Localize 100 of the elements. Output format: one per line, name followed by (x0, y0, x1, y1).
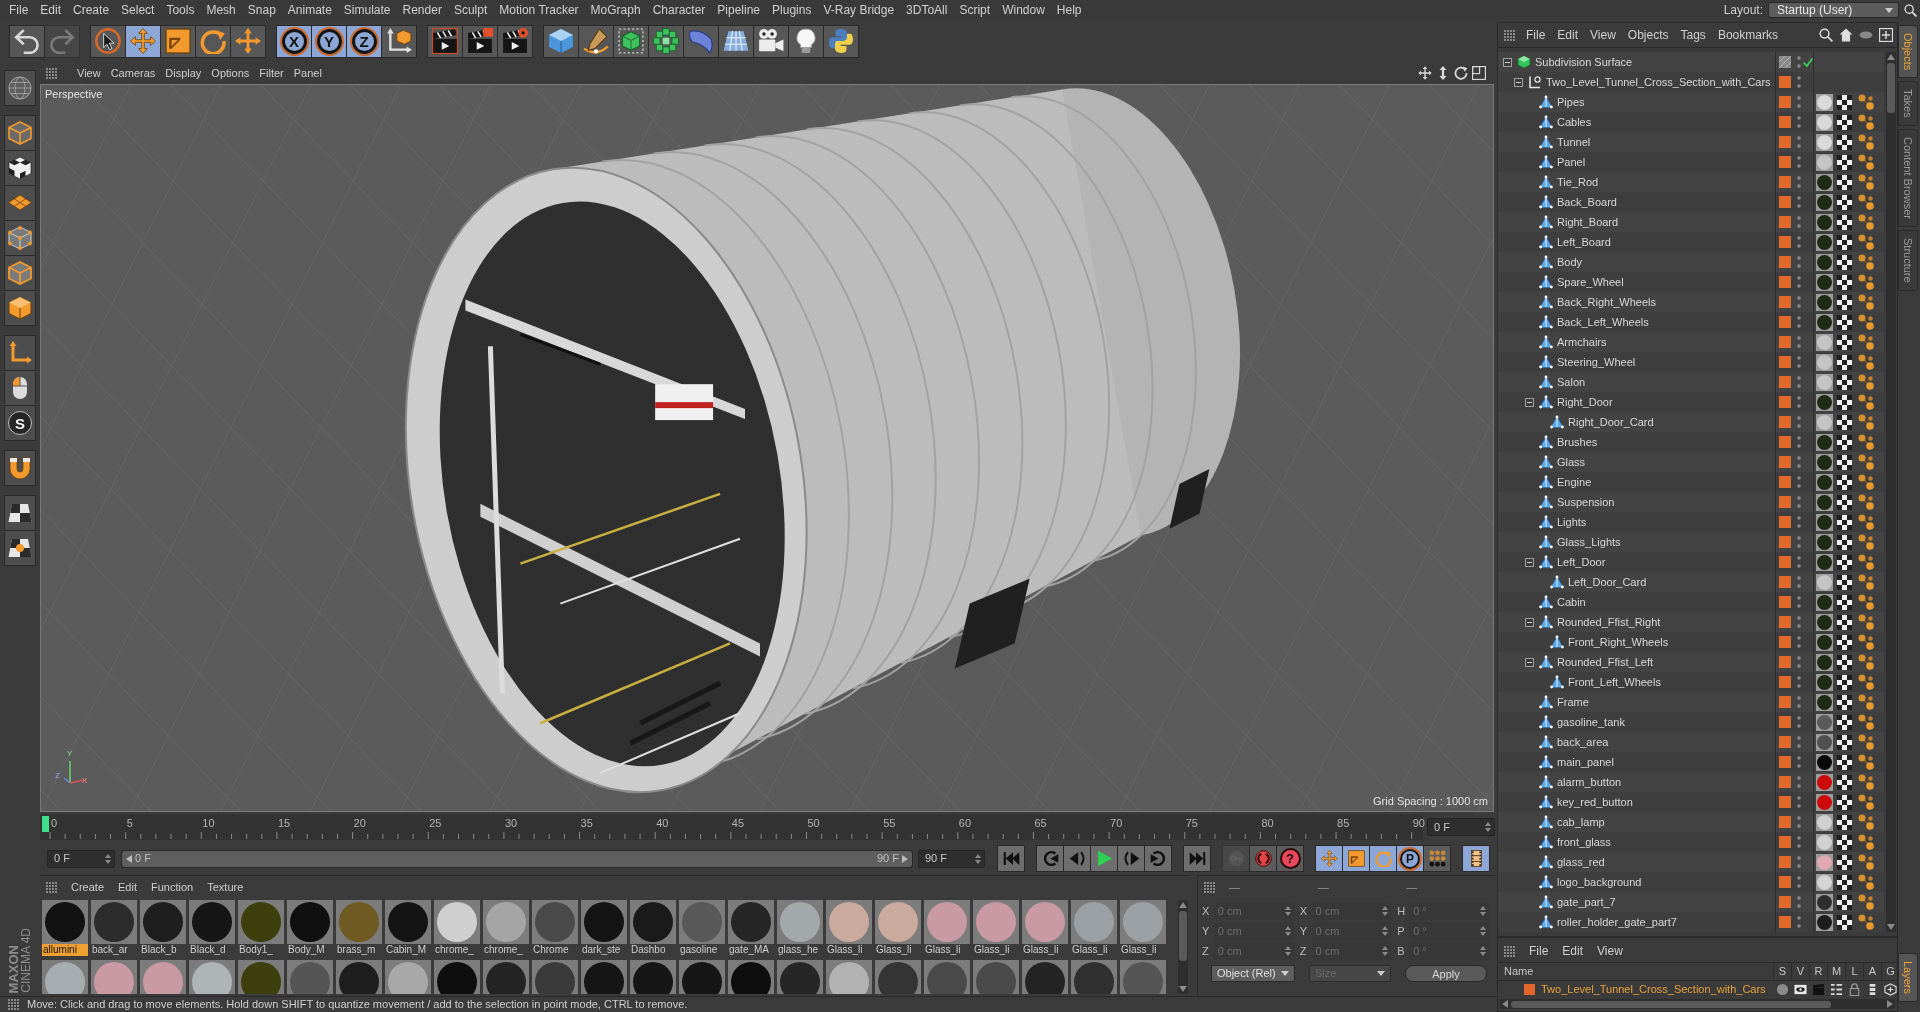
render-button[interactable] (462, 24, 498, 58)
go-to-start-button[interactable] (997, 845, 1025, 872)
object-row[interactable]: Rounded_Ffist_Right (1498, 612, 1884, 632)
object-row[interactable]: Armchairs (1498, 332, 1884, 352)
object-row[interactable]: Rounded_Ffist_Left (1498, 652, 1884, 672)
workplane-button[interactable] (4, 185, 36, 221)
playhead-marker[interactable] (42, 816, 49, 832)
timeline-ruler[interactable]: 0 5 10 15 20 25 30 35 40 45 50 55 60 65 70 75 80 85 90 (40, 814, 1423, 840)
coordinate-system-button[interactable] (381, 24, 417, 58)
light-button[interactable] (788, 24, 824, 58)
menu-item[interactable]: V-Ray Bridge (817, 0, 901, 20)
menu-item[interactable]: Cameras (110, 64, 156, 82)
scale-tool-button[interactable] (160, 24, 196, 58)
scrollbar-track[interactable] (1886, 52, 1896, 932)
camera-button[interactable] (753, 24, 789, 58)
timeline-button[interactable] (1462, 845, 1490, 872)
grid-lock-button[interactable] (4, 495, 36, 531)
object-row[interactable]: alarm_button (1498, 772, 1884, 792)
axis-lock-button[interactable]: X (276, 24, 312, 58)
object-row[interactable]: Glass (1498, 452, 1884, 472)
next-key-button[interactable] (1144, 845, 1172, 872)
end-frame-field[interactable]: 90 F (918, 849, 985, 868)
last-tool-button[interactable] (230, 24, 266, 58)
menu-item[interactable]: Display (165, 64, 202, 82)
autokey-button[interactable] (1249, 845, 1277, 872)
object-row[interactable]: Suspension (1498, 492, 1884, 512)
menu-item[interactable]: Objects (1627, 26, 1669, 44)
menu-item[interactable]: 3DToAll (900, 0, 954, 20)
menu-item[interactable]: Edit (1562, 942, 1584, 960)
object-row[interactable]: cab_lamp (1498, 812, 1884, 832)
select-tool-button[interactable] (90, 24, 126, 58)
object-row[interactable]: glass_red (1498, 852, 1884, 872)
object-row[interactable]: Pipes (1498, 92, 1884, 112)
start-frame-field[interactable]: 0 F (47, 849, 115, 868)
layer-row[interactable]: Two_Level_Tunnel_Cross_Section_with_Cars (1498, 981, 1897, 997)
cube-button[interactable] (543, 24, 579, 58)
help-button[interactable]: ? (1276, 845, 1304, 872)
object-row[interactable]: Right_Door_Card (1498, 412, 1884, 432)
tweak-mode-button[interactable] (4, 370, 36, 406)
snap-button[interactable]: S (4, 405, 36, 441)
object-row[interactable]: back_area (1498, 732, 1884, 752)
menu-item[interactable]: Render (396, 0, 448, 20)
side-tab[interactable]: Content Browser (1898, 129, 1918, 227)
horizontal-scrollbar[interactable] (1500, 999, 1895, 1009)
side-tab[interactable]: Objects (1898, 25, 1918, 79)
scrollbar-thumb[interactable] (1887, 63, 1895, 113)
side-tab[interactable]: Layers (1898, 952, 1918, 1002)
rotate-tool-button[interactable] (195, 24, 231, 58)
subdivision-button[interactable] (613, 24, 649, 58)
menu-item[interactable]: File (1526, 26, 1546, 44)
edges-mode-button[interactable] (4, 255, 36, 291)
menu-item[interactable]: Create (71, 878, 105, 896)
menu-item[interactable]: View (1590, 26, 1616, 44)
frame-range-slider[interactable]: 0 F 90 F (121, 849, 913, 868)
go-to-end-button[interactable] (1183, 845, 1211, 872)
menu-item[interactable]: Animate (281, 0, 338, 20)
render-settings-button[interactable] (497, 24, 533, 58)
object-row[interactable]: Salon (1498, 372, 1884, 392)
menu-item[interactable]: Pipeline (711, 0, 767, 20)
object-row[interactable]: Body (1498, 252, 1884, 272)
side-tab[interactable]: Takes (1898, 81, 1918, 127)
menu-item[interactable]: Tags (1680, 26, 1706, 44)
magnet-button[interactable] (4, 450, 36, 486)
menu-item[interactable]: Filter (259, 64, 284, 82)
texture-mode-button[interactable] (4, 150, 36, 186)
menu-item[interactable]: Edit (118, 878, 137, 896)
cloner-button[interactable] (648, 24, 684, 58)
scrollbar-track[interactable] (1178, 900, 1188, 994)
menu-item[interactable]: Edit (34, 0, 68, 20)
grid-snap-button[interactable] (4, 530, 36, 566)
menu-item[interactable]: Motion Tracker (493, 0, 585, 20)
key-scale-button[interactable] (1342, 845, 1370, 872)
points-mode-button[interactable] (4, 220, 36, 256)
key-parameter-button[interactable]: P (1396, 845, 1424, 872)
object-row[interactable]: Back_Right_Wheels (1498, 292, 1884, 312)
menu-item[interactable]: Options (211, 64, 250, 82)
model-mode-button[interactable] (4, 115, 36, 151)
object-row[interactable]: Left_Door_Card (1498, 572, 1884, 592)
object-row[interactable]: Tie_Rod (1498, 172, 1884, 192)
menu-item[interactable]: View (77, 64, 101, 82)
object-row[interactable]: Glass_Lights (1498, 532, 1884, 552)
play-button[interactable] (1090, 845, 1118, 872)
layout-dropdown[interactable]: Startup (User) (1768, 2, 1899, 18)
menu-item[interactable]: Bookmarks (1717, 26, 1778, 44)
scrollbar-thumb[interactable] (1511, 1000, 1831, 1008)
menu-item[interactable]: Create (67, 0, 116, 20)
object-row[interactable]: gate_part_7 (1498, 892, 1884, 912)
menu-item[interactable]: Script (953, 0, 997, 20)
previous-frame-button[interactable] (1063, 845, 1091, 872)
menu-item[interactable]: File (1529, 942, 1549, 960)
menu-item[interactable]: Simulate (337, 0, 397, 20)
menu-item[interactable]: MoGraph (584, 0, 647, 20)
key-point-level-button[interactable] (1423, 845, 1451, 872)
menu-item[interactable]: Snap (241, 0, 282, 20)
menu-item[interactable]: Texture (207, 878, 244, 896)
next-frame-button[interactable] (1117, 845, 1145, 872)
side-tab[interactable]: Structure (1898, 230, 1918, 291)
previous-key-button[interactable] (1036, 845, 1064, 872)
menu-item[interactable]: Function (151, 878, 194, 896)
menu-item[interactable]: Window (996, 0, 1051, 20)
